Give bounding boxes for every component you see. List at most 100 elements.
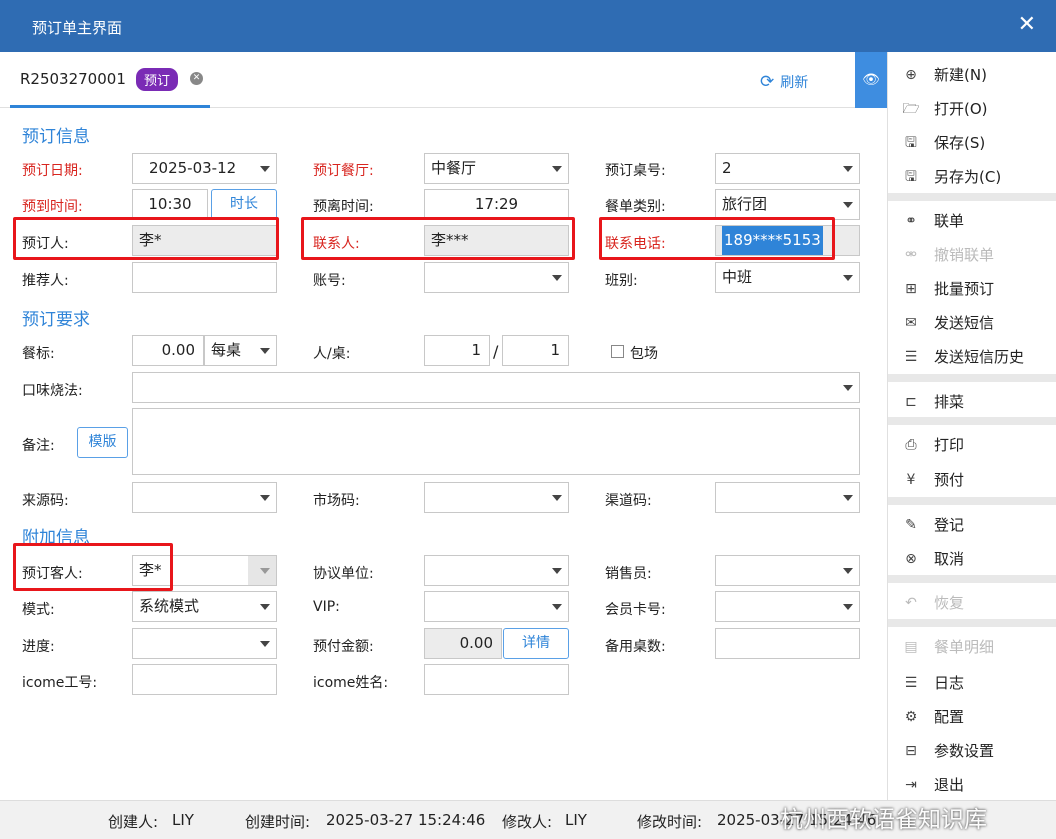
sidebar-separator [888, 417, 1056, 425]
vip-select[interactable] [424, 591, 569, 622]
market-code-select[interactable] [424, 482, 569, 513]
sidebar-separator [888, 193, 1056, 201]
sidebar-item-label: 新建(N) [934, 66, 987, 84]
icome-name-field[interactable] [424, 664, 569, 695]
sidebar-item[interactable]: ☰ 发送短信历史 [888, 341, 1056, 373]
label-vip: VIP: [313, 599, 340, 615]
label-remark: 备注: [22, 438, 55, 454]
salesperson-select[interactable] [715, 555, 860, 586]
modified-time-label: 修改时间: [637, 813, 703, 831]
sidebar-item-label: 发送短信 [934, 314, 995, 332]
section-booking-requirements: 预订要求 [22, 310, 90, 330]
highlight-booking-guest [13, 543, 173, 591]
action-sidebar: ⊕ 新建(N) 🗁 打开(O) 🖫 保存(S) 🖫 另存为(C) ⚭ 联单 ⚮ 撤销联单 ⊞ 批量预订 ✉ 发… [887, 52, 1056, 812]
taste-select[interactable] [132, 372, 860, 403]
meal-standard-field[interactable]: 0.00 [132, 335, 204, 366]
sidebar-item[interactable]: ⚙ 配置 [888, 701, 1056, 733]
restaurant-select[interactable]: 中餐厅 [424, 153, 569, 184]
window-titlebar: 预订单主界面 ✕ [0, 0, 1056, 52]
booking-date-field[interactable]: 2025-03-12 [132, 153, 277, 184]
window-title: 预订单主界面 [32, 19, 123, 37]
channel-code-select[interactable] [715, 482, 860, 513]
sidebar-item[interactable]: ⊞ 批量预订 [888, 273, 1056, 305]
sidebar-item[interactable]: ⊏ 排菜 [888, 386, 1056, 418]
sidebar-item[interactable]: ⚭ 联单 [888, 205, 1056, 237]
sidebar-separator [888, 374, 1056, 382]
exit-icon: ⇥ [905, 777, 917, 793]
sidebar-item-label: 预付 [934, 471, 965, 489]
meal-unit-select[interactable]: 每桌 [204, 335, 277, 366]
refresh-label: 刷新 [780, 75, 809, 91]
sidebar-separator [888, 497, 1056, 505]
highlight-contact-phone [599, 217, 835, 260]
sidebar-item-label: 登记 [934, 516, 965, 534]
sidebar-item-label: 批量预订 [934, 280, 995, 298]
log-icon: ☰ [904, 675, 918, 691]
sidebar-item[interactable]: ¥ 预付 [888, 464, 1056, 496]
tab-close-icon[interactable]: ✕ [190, 72, 203, 85]
sidebar-item[interactable]: 🖫 另存为(C) [888, 161, 1056, 193]
sidebar-item-label: 保存(S) [934, 134, 986, 152]
agreement-unit-select[interactable] [424, 555, 569, 586]
duration-button[interactable]: 时长 [211, 189, 277, 220]
account-select[interactable] [424, 262, 569, 293]
shift-select[interactable]: 中班 [715, 262, 860, 293]
departure-time-field[interactable]: 17:29 [424, 189, 569, 220]
sidebar-item[interactable]: 🖫 保存(S) [888, 127, 1056, 159]
sidebar-item[interactable]: ⊗ 取消 [888, 543, 1056, 575]
remark-textarea[interactable] [132, 408, 860, 475]
label-icome-name: icome姓名: [313, 675, 389, 691]
sidebar-item-label: 参数设置 [934, 742, 995, 760]
label-channel-code: 渠道码: [605, 493, 652, 509]
template-button[interactable]: 模版 [77, 427, 128, 458]
label-member-card: 会员卡号: [605, 602, 666, 618]
creator-label: 创建人: [108, 813, 159, 831]
table-no-select[interactable]: 2 [715, 153, 860, 184]
label-progress: 进度: [22, 639, 55, 655]
referrer-field[interactable] [132, 262, 277, 293]
refresh-button[interactable]: ⟳ 刷新 [760, 72, 808, 92]
sidebar-item[interactable]: ⇥ 退出 [888, 769, 1056, 801]
private-room-checkbox[interactable] [611, 345, 624, 358]
label-account: 账号: [313, 273, 346, 289]
sidebar-item[interactable]: ⊕ 新建(N) [888, 59, 1056, 91]
close-icon[interactable]: ✕ [1018, 12, 1036, 37]
source-code-select[interactable] [132, 482, 277, 513]
arrival-time-field[interactable]: 10:30 [132, 189, 208, 220]
highlight-booker [13, 217, 279, 260]
sidebar-item[interactable]: ✉ 发送短信 [888, 307, 1056, 339]
member-card-select[interactable] [715, 591, 860, 622]
sidebar-item[interactable]: ☰ 日志 [888, 667, 1056, 699]
sidebar-item[interactable]: ⎙ 打印 [888, 429, 1056, 461]
cancel-icon: ⊗ [905, 551, 917, 567]
sidebar-item-label: 配置 [934, 708, 965, 726]
sidebar-item[interactable]: ✎ 登记 [888, 509, 1056, 541]
menu-type-select[interactable]: 旅行团 [715, 189, 860, 220]
watermark: 杭州西软语雀知识库 [780, 807, 987, 833]
icome-id-field[interactable] [132, 664, 277, 695]
settings-icon: ⚙ [904, 709, 918, 725]
tab-booking[interactable]: R2503270001 预订 ✕ [10, 52, 210, 108]
label-spare-tables: 备用桌数: [605, 639, 666, 655]
tables-field[interactable]: 1 [502, 335, 569, 366]
label-meal-standard: 餐标: [22, 346, 55, 362]
sidebar-item[interactable]: ▤ 餐单明细 [888, 631, 1056, 663]
sidebar-item[interactable]: ⊟ 参数设置 [888, 735, 1056, 767]
detail-button[interactable]: 详情 [503, 628, 569, 659]
sidebar-item[interactable]: ⚮ 撤销联单 [888, 239, 1056, 271]
label-arrival-time: 预到时间: [22, 199, 83, 215]
prepay-icon: ¥ [906, 472, 916, 488]
people-field[interactable]: 1 [424, 335, 490, 366]
sidebar-item-label: 撤销联单 [934, 246, 995, 264]
section-booking-info: 预订信息 [22, 127, 90, 147]
mode-select[interactable]: 系统模式 [132, 591, 277, 622]
sidebar-item[interactable]: 🗁 打开(O) [888, 93, 1056, 125]
label-table-no: 预订桌号: [605, 163, 666, 179]
sidebar-item[interactable]: ↶ 恢复 [888, 587, 1056, 619]
spare-tables-field[interactable] [715, 628, 860, 659]
mail-icon: ✉ [905, 315, 917, 331]
eye-icon[interactable]: 👁 [855, 52, 887, 108]
label-taste: 口味烧法: [22, 383, 83, 399]
label-mode: 模式: [22, 602, 55, 618]
progress-select[interactable] [132, 628, 277, 659]
